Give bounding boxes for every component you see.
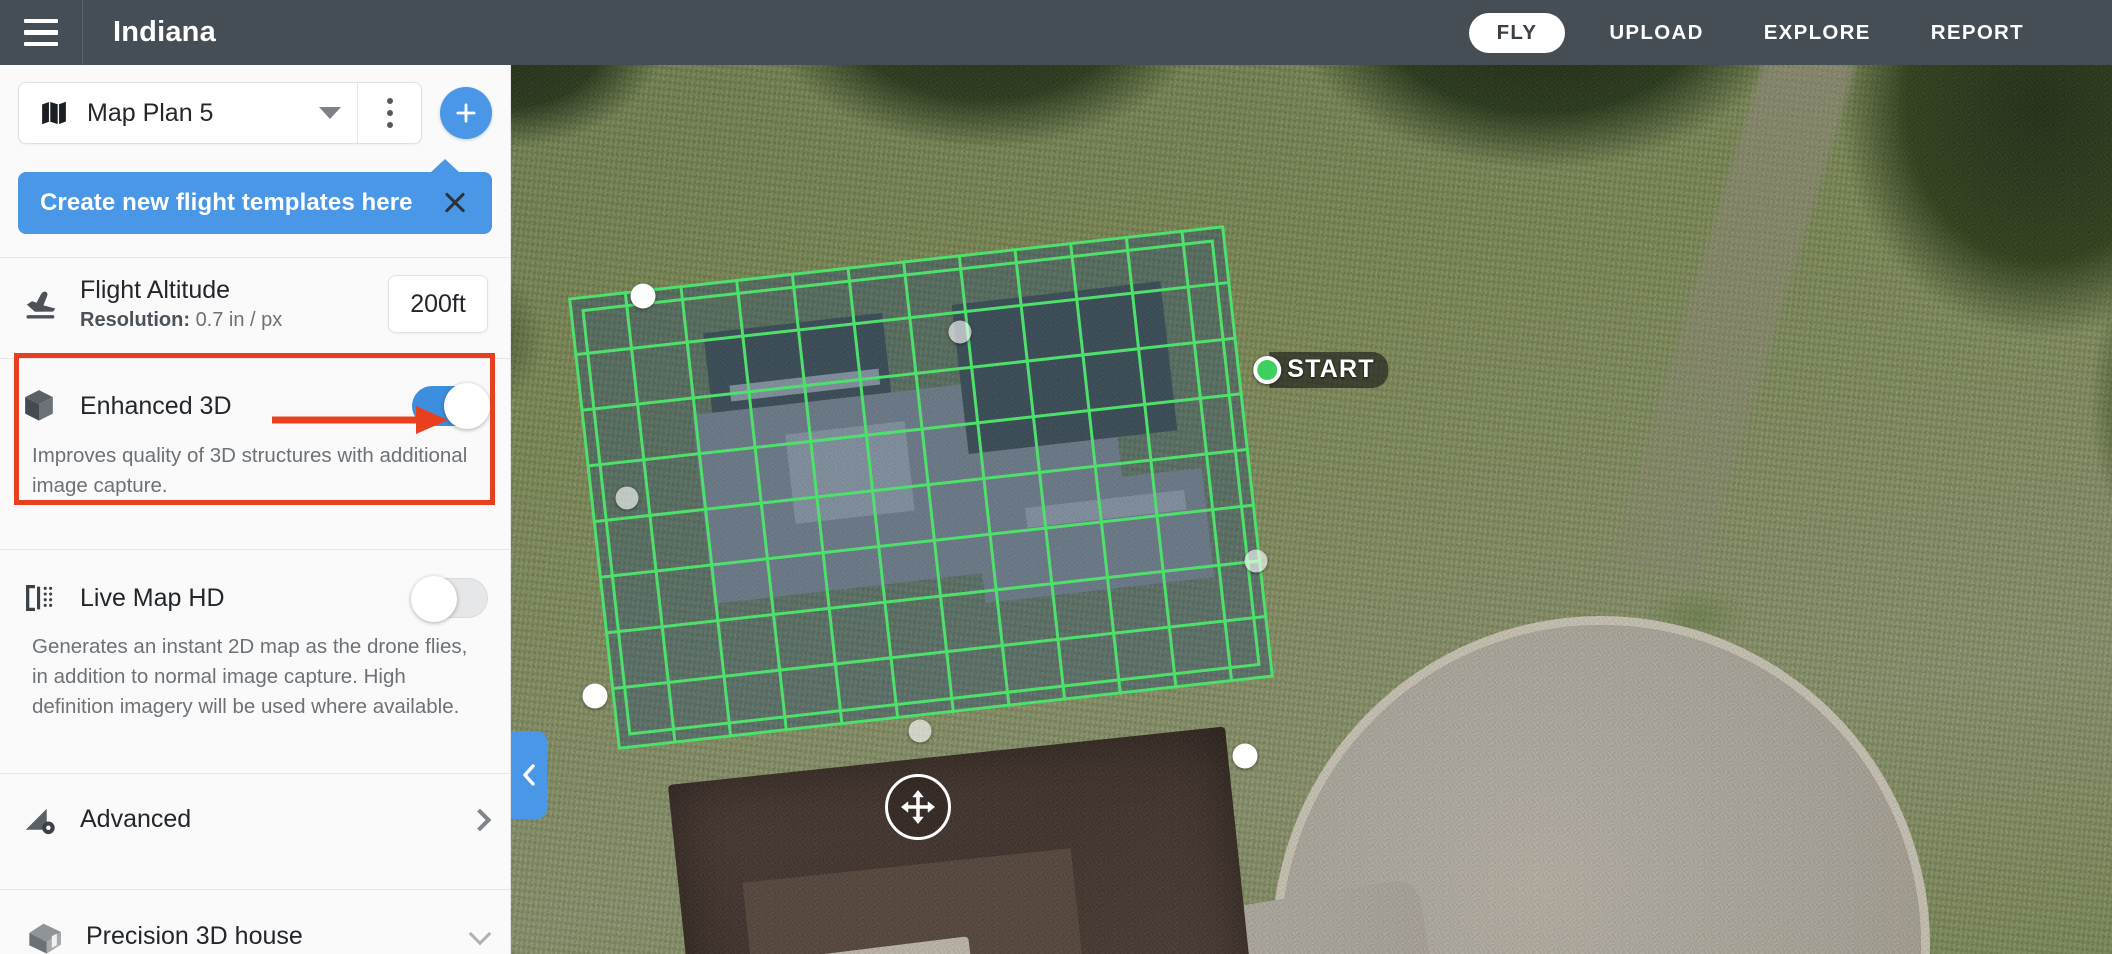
top-navigation: FLY UPLOAD EXPLORE REPORT [1468, 0, 2112, 65]
map-plan-select[interactable]: Map Plan 5 [18, 82, 422, 144]
enhanced-3d-row: Enhanced 3D [0, 359, 510, 441]
create-template-tooltip[interactable]: Create new flight templates here [18, 159, 492, 234]
plus-icon [456, 103, 476, 123]
advanced-title: Advanced [80, 805, 192, 834]
advanced-settings-icon-wrap [22, 805, 80, 835]
takeoff-icon-wrap [22, 287, 80, 321]
toggle-knob [411, 576, 457, 623]
house-3d-icon [29, 923, 61, 954]
move-handle-icon[interactable] [885, 774, 951, 840]
left-sidebar: Map Plan 5 Create new flight templates h… [0, 65, 511, 954]
map-canvas[interactable]: START [511, 65, 2112, 954]
resolution-label: Resolution: [80, 309, 190, 331]
flight-altitude-title: Flight Altitude [80, 276, 231, 304]
chevron-down-icon [468, 922, 492, 945]
more-vertical-icon [386, 110, 393, 116]
plan-selector-row: Map Plan 5 [0, 65, 510, 156]
sidebar-collapse-toggle[interactable] [511, 731, 547, 819]
flight-altitude-resolution: Resolution: 0.7 in / px [80, 309, 282, 332]
live-map-hd-row: Live Map HD [0, 550, 510, 632]
cube-icon [25, 390, 53, 421]
map-icon [42, 101, 66, 125]
more-vertical-icon [386, 122, 393, 128]
advanced-settings-icon [25, 808, 55, 834]
polygon-vertex-handle[interactable] [582, 683, 608, 709]
polygon-midpoint-handle[interactable] [615, 486, 639, 510]
polygon-midpoint-handle[interactable] [908, 719, 932, 743]
flight-altitude-row[interactable]: Flight Altitude Resolution: 0.7 in / px … [0, 258, 510, 350]
live-map-icon [26, 585, 53, 612]
hamburger-menu-icon[interactable] [0, 0, 83, 65]
map-plan-select-main[interactable]: Map Plan 5 [19, 83, 357, 143]
live-map-hd-toggle[interactable] [411, 576, 488, 623]
polygon-midpoint-handle[interactable] [1244, 549, 1268, 573]
live-map-icon-wrap [22, 581, 80, 615]
takeoff-icon [26, 291, 56, 319]
flight-plan-inner-boundary [581, 239, 1261, 736]
page-title: Indiana [113, 16, 216, 48]
house-3d-icon-wrap [24, 917, 86, 954]
close-icon[interactable] [440, 188, 470, 218]
polygon-midpoint-handle[interactable] [948, 320, 972, 344]
start-label: START [1269, 352, 1389, 388]
top-header-bar: Indiana FLY UPLOAD EXPLORE REPORT [0, 0, 2112, 65]
tooltip-text: Create new flight templates here [40, 189, 413, 216]
enhanced-3d-toggle[interactable] [412, 383, 490, 429]
map-plan-name: Map Plan 5 [87, 98, 214, 127]
toggle-knob [444, 383, 490, 429]
add-plan-button[interactable] [440, 87, 492, 139]
flight-altitude-value-button[interactable]: 200ft [388, 275, 488, 333]
hamburger-bar [24, 30, 58, 35]
caret-down-icon [319, 107, 341, 119]
polygon-vertex-handle[interactable] [630, 283, 656, 309]
tab-fly[interactable]: FLY [1468, 12, 1566, 53]
cube-icon-wrap [22, 388, 80, 424]
tab-report[interactable]: REPORT [1901, 0, 2054, 65]
flight-start-marker[interactable]: START [1253, 352, 1389, 388]
hamburger-bar [24, 18, 58, 24]
enhanced-3d-title: Enhanced 3D [80, 391, 232, 420]
live-map-hd-title: Live Map HD [80, 583, 225, 612]
flight-plan-polygon[interactable] [568, 225, 1274, 750]
start-point-icon [1253, 356, 1282, 384]
polygon-vertex-handle[interactable] [1232, 743, 1258, 769]
more-vertical-icon [386, 98, 393, 104]
flight-altitude-texts: Flight Altitude Resolution: 0.7 in / px [80, 276, 282, 332]
advanced-row[interactable]: Advanced [0, 774, 510, 866]
tab-upload[interactable]: UPLOAD [1579, 0, 1733, 65]
precision-3d-house-title: Precision 3D house [86, 922, 303, 951]
plan-more-options-button[interactable] [357, 83, 421, 143]
resolution-value: 0.7 in / px [195, 309, 283, 331]
hamburger-bar [24, 41, 58, 47]
tab-explore[interactable]: EXPLORE [1734, 0, 1901, 65]
live-map-hd-description: Generates an instant 2D map as the drone… [32, 635, 468, 718]
app-root: Indiana FLY UPLOAD EXPLORE REPORT START … [0, 0, 2112, 954]
chevron-right-icon [468, 808, 492, 831]
chevron-left-icon [523, 764, 535, 786]
precision-3d-house-row[interactable]: Precision 3D house [0, 890, 510, 954]
enhanced-3d-description: Improves quality of 3D structures with a… [32, 444, 468, 497]
